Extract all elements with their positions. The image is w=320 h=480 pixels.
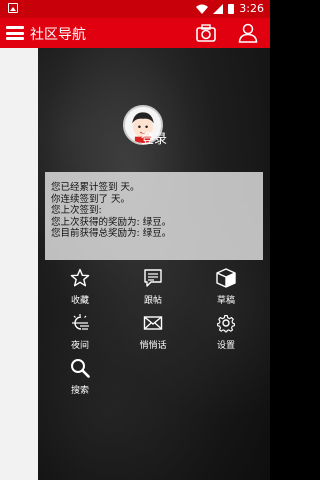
- menu-item-search[interactable]: 搜索: [45, 358, 115, 398]
- mail-icon: [143, 316, 163, 330]
- menu-label: 搜索: [70, 386, 89, 396]
- image-notification-icon: [8, 3, 18, 13]
- menu-label: 设置: [216, 341, 235, 351]
- menu-item-replies[interactable]: 跟帖: [118, 268, 188, 308]
- menu-item-drafts[interactable]: 草稿: [191, 268, 261, 308]
- info-line: 你连续签到了 天。: [51, 193, 131, 205]
- menu-item-favorites[interactable]: 收藏: [45, 268, 115, 308]
- reply-icon: [144, 269, 162, 287]
- app-title: 社区导航: [30, 27, 86, 43]
- navigation-drawer: 登录 您已经累计签到 天。 你连续签到了 天。 您上次签到: 您上次获得的奖励为…: [38, 48, 270, 480]
- menu-icon[interactable]: [6, 26, 24, 40]
- info-line: 您目前获得总奖励为: 绿豆。: [51, 228, 172, 239]
- battery-icon: [228, 3, 235, 14]
- signal-icon: [213, 3, 224, 14]
- sign-in-info-panel: 您已经累计签到 天。 你连续签到了 天。 您上次签到: 您上次获得的奖励为: 绿…: [45, 172, 263, 260]
- search-icon: [71, 359, 90, 378]
- star-icon: [70, 268, 90, 287]
- app-bar: 社区导航: [0, 18, 270, 48]
- info-line: 您已经累计签到 天。: [51, 182, 140, 193]
- status-icons: 3:26: [196, 2, 264, 15]
- menu-label: 跟帖: [143, 296, 162, 306]
- night-mode-icon: [72, 314, 89, 330]
- menu-item-settings[interactable]: 设置: [191, 313, 261, 353]
- menu-label: 收藏: [70, 296, 89, 306]
- status-time: 3:26: [239, 2, 264, 15]
- info-line: 您上次获得的奖励为: 绿豆。: [51, 216, 172, 228]
- camera-icon[interactable]: [196, 24, 216, 42]
- menu-label: 悄悄话: [139, 341, 167, 351]
- info-line: 您上次签到:: [51, 205, 102, 216]
- login-label[interactable]: 登录: [38, 128, 270, 147]
- menu-item-night-mode[interactable]: 夜间: [45, 313, 115, 353]
- box-icon: [216, 268, 236, 288]
- menu-label: 草稿: [216, 296, 235, 306]
- wifi-icon: [196, 4, 209, 14]
- user-icon[interactable]: [238, 23, 258, 43]
- status-bar: 3:26: [0, 0, 270, 18]
- main-content-edge: [0, 48, 38, 480]
- menu-item-private-messages[interactable]: 悄悄话: [118, 313, 188, 353]
- menu-label: 夜间: [70, 341, 89, 351]
- gear-icon: [217, 314, 235, 333]
